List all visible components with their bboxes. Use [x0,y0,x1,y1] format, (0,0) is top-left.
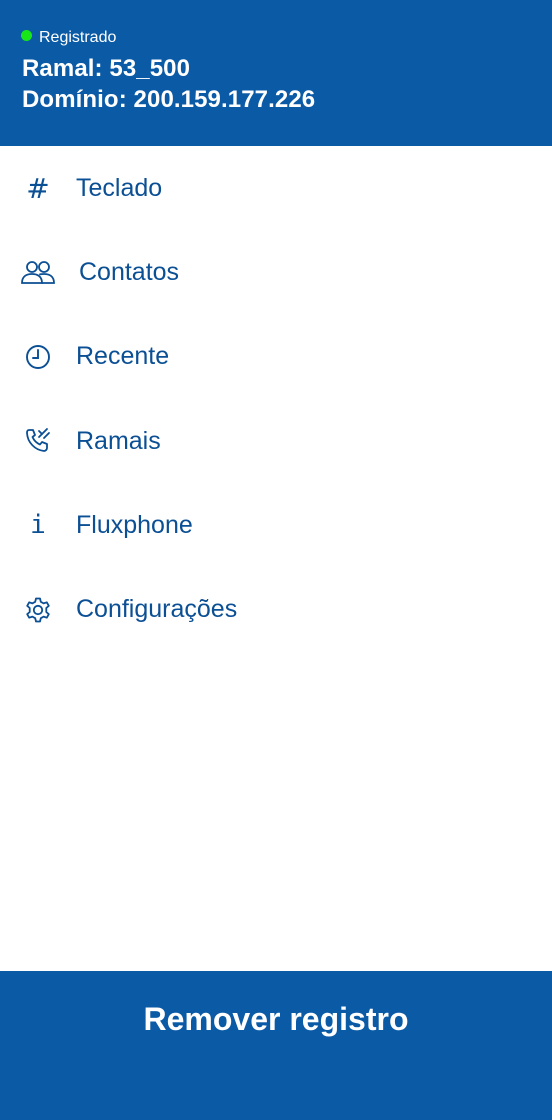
status-label: Registrado [39,29,117,46]
phone-call-icon [20,425,56,457]
people-icon [20,256,56,288]
registration-header: Registrado Ramal: 53_500 Domínio: 200.15… [0,0,552,146]
menu-item-ramais[interactable]: Ramais [0,399,552,483]
menu-item-fluxphone[interactable]: i Fluxphone [0,483,552,567]
clock-icon [20,341,56,373]
menu-item-recente[interactable]: Recente [0,315,552,399]
menu-item-contatos[interactable]: Contatos [0,230,552,314]
gear-icon [20,594,56,626]
remove-registration-button[interactable]: Remover registro [0,971,552,1120]
menu-item-teclado[interactable]: # Teclado [0,146,552,230]
menu-item-label: Configurações [76,595,238,624]
navigation-menu: # Teclado Contatos Recente Ramais i Flux… [0,146,552,652]
registration-status: Registrado [21,27,116,49]
menu-item-label: Contatos [79,257,180,286]
menu-item-label: Ramais [76,426,161,455]
remove-registration-label: Remover registro [143,1001,409,1037]
menu-item-label: Teclado [76,173,163,202]
extension-label: Ramal: 53_500 [22,55,191,82]
menu-item-label: Recente [76,342,170,371]
hash-icon: # [26,171,50,205]
app-screen: Registrado Ramal: 53_500 Domínio: 200.15… [0,0,552,1120]
menu-item-configuracoes[interactable]: Configurações [0,567,552,651]
domain-label: Domínio: 200.159.177.226 [22,86,316,113]
status-dot-icon [21,29,32,41]
menu-item-label: Fluxphone [76,510,193,539]
info-icon: i [30,510,46,541]
